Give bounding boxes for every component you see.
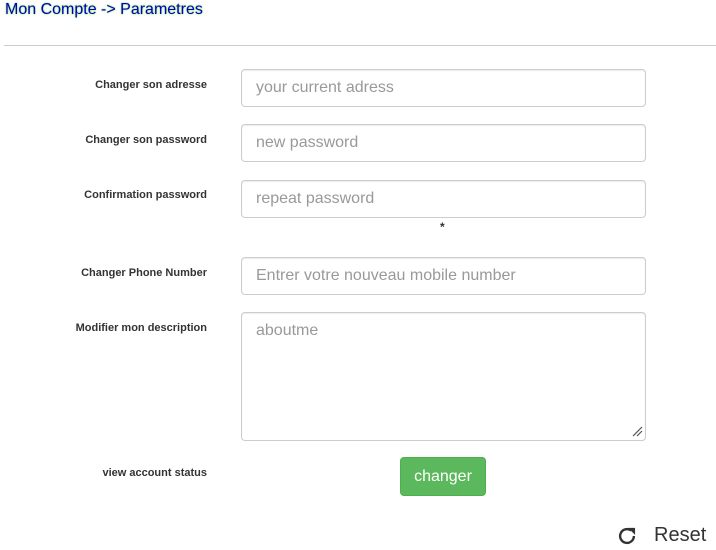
confirm-password-label: Confirmation password: [84, 189, 207, 201]
address-label: Changer son adresse: [95, 79, 207, 91]
resize-handle-icon[interactable]: [632, 426, 643, 437]
password-label: Changer son password: [85, 134, 207, 146]
address-input[interactable]: [241, 69, 646, 107]
settings-page: Mon Compte -> Parametres Changer son adr…: [0, 0, 716, 550]
header-divider: [4, 45, 716, 46]
description-textarea[interactable]: [241, 312, 646, 441]
refresh-icon: [618, 527, 636, 544]
reset-label: Reset: [654, 524, 707, 546]
changer-button[interactable]: changer: [400, 457, 486, 496]
reset-button[interactable]: Reset: [616, 524, 706, 547]
phone-input[interactable]: [241, 257, 646, 295]
description-label: Modifier mon description: [75, 322, 207, 334]
view-account-status-label: view account status: [102, 467, 207, 479]
confirm-password-input[interactable]: [241, 180, 646, 218]
breadcrumb: Mon Compte -> Parametres: [5, 1, 203, 18]
confirm-password-note: *: [440, 220, 445, 234]
password-input[interactable]: [241, 124, 646, 162]
phone-label: Changer Phone Number: [81, 267, 207, 279]
